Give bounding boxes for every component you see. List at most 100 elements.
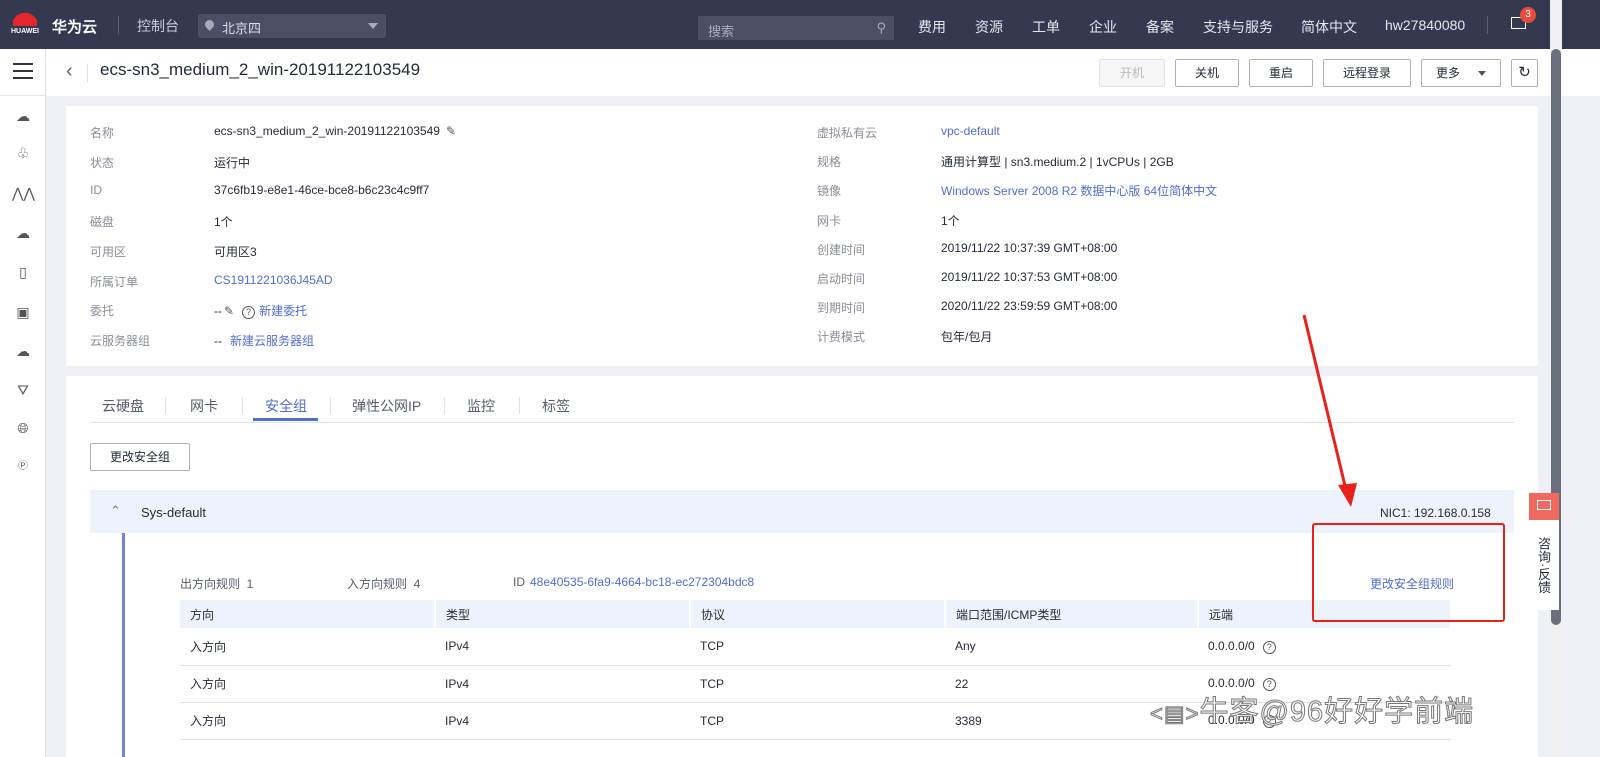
cloud-backup-icon[interactable]: ☁ xyxy=(12,340,34,362)
nav-enterprise[interactable]: 企业 xyxy=(1089,17,1117,37)
cell-text: 22 xyxy=(955,676,969,691)
divider xyxy=(118,16,119,34)
location-pin-icon xyxy=(203,18,216,31)
region-value: 北京四 xyxy=(222,21,262,36)
detail-label: 所属订单 xyxy=(90,274,139,289)
detail-value: 通用计算型 | sn3.medium.2 | 1vCPUs | 2GB xyxy=(941,155,1174,170)
stop-button[interactable]: 关机 xyxy=(1175,59,1239,87)
detail-value: 包年/包月 xyxy=(941,330,993,345)
watermark-text: 牛客@96好好学前端 xyxy=(1199,696,1475,729)
tab-disks[interactable]: 云硬盘 xyxy=(102,396,144,416)
tab-nics[interactable]: 网卡 xyxy=(190,396,218,416)
table-cell: 0.0.0.0/0? xyxy=(1198,628,1451,666)
table-cell: 入方向 xyxy=(180,665,435,703)
start-button[interactable]: 开机 xyxy=(1099,59,1165,87)
help-icon[interactable]: ? xyxy=(1262,640,1276,654)
more-dropdown[interactable]: 更多 xyxy=(1421,59,1501,87)
help-icon[interactable]: ? xyxy=(242,306,256,320)
table-cell: IPv4 xyxy=(435,628,690,666)
feedback-button[interactable]: 咨询·反馈 xyxy=(1529,520,1559,610)
table-cell: IPv4 xyxy=(435,665,690,703)
security-group-id-link[interactable]: 48e40535-6fa9-4664-bc18-ec272304bdc8 xyxy=(530,575,754,589)
nav-language[interactable]: 简体中文 xyxy=(1301,17,1357,37)
cell-text: IPv4 xyxy=(445,676,470,691)
nav-username[interactable]: hw27840080 xyxy=(1385,17,1465,33)
huawei-logo[interactable]: HUAWEI xyxy=(10,8,40,35)
nav-tickets[interactable]: 工单 xyxy=(1032,17,1060,37)
table-cell: 入方向 xyxy=(180,628,435,666)
annotation-box xyxy=(1312,523,1505,622)
cluster-icon[interactable]: ♧ xyxy=(12,142,34,164)
nav-filing[interactable]: 备案 xyxy=(1146,17,1174,37)
watermark: <▤>牛客@96好好学前端 xyxy=(1149,688,1475,730)
remote-login-button[interactable]: 远程登录 xyxy=(1323,59,1411,87)
tab-monitoring[interactable]: 监控 xyxy=(467,396,495,416)
edit-delegation-icon[interactable]: ✎ xyxy=(224,304,234,318)
cloud-server-icon[interactable]: ☁ xyxy=(12,105,34,127)
nav-support[interactable]: 支持与服务 xyxy=(1203,17,1273,37)
watermark-logo-icon: <▤> xyxy=(1149,701,1200,727)
image-icon[interactable]: ▣ xyxy=(12,301,34,323)
cell-text: 入方向 xyxy=(190,639,227,654)
divider xyxy=(1487,16,1488,34)
detail-link[interactable]: 新建委托 xyxy=(259,304,307,318)
detail-value-text[interactable]: CS1911221036J45AD xyxy=(214,273,333,287)
caret-down-icon xyxy=(1478,71,1486,80)
network-icon[interactable]: 🌐︎ xyxy=(12,417,34,439)
nav-fees[interactable]: 费用 xyxy=(918,17,946,37)
detail-value: 2019/11/22 10:37:53 GMT+08:00 xyxy=(941,270,1118,284)
annotation-arrow-icon xyxy=(1302,314,1357,507)
nic-address: NIC1: 192.168.0.158 xyxy=(1380,506,1491,520)
search-input[interactable]: 搜索 ⚲ xyxy=(698,16,894,40)
nav-resources[interactable]: 资源 xyxy=(975,17,1003,37)
detail-value-text: 37c6fb19-e8e1-46ce-bce8-b6c23c4c9ff7 xyxy=(214,183,430,198)
table-row: 入方向 IPv4 TCP Any 0.0.0.0/0? xyxy=(180,628,1451,666)
cell-text: IPv4 xyxy=(445,639,470,654)
table-cell: TCP xyxy=(690,702,945,740)
eip-icon[interactable]: Ⓟ xyxy=(12,456,34,478)
detail-link[interactable]: Windows Server 2008 R2 数据中心版 64位简体中文 xyxy=(941,182,1217,199)
detail-link[interactable]: vpc-default xyxy=(941,124,1000,138)
region-select[interactable]: 北京四 xyxy=(198,14,386,38)
collapse-chevron-icon[interactable]: ⌃ xyxy=(110,503,121,519)
detail-label: 镜像 xyxy=(817,184,842,199)
detail-label: 虚拟私有云 xyxy=(817,126,878,140)
refresh-button[interactable]: ↻ xyxy=(1511,59,1538,87)
detail-label: 网卡 xyxy=(817,213,842,228)
search-icon[interactable]: ⚲ xyxy=(876,20,886,36)
search-placeholder: 搜索 xyxy=(708,24,735,39)
hamburger-menu-icon[interactable] xyxy=(13,63,33,79)
cell-text: TCP xyxy=(700,639,724,654)
edit-name-icon[interactable]: ✎ xyxy=(446,124,456,138)
detail-label: 规格 xyxy=(817,155,842,170)
detail-label: 启动时间 xyxy=(817,272,866,286)
dedicated-host-icon[interactable]: ▯ xyxy=(12,261,34,283)
divider xyxy=(444,397,445,414)
page-title: ecs-sn3_medium_2_win-20191122103549 xyxy=(100,60,421,79)
change-security-group-button[interactable]: 更改安全组 xyxy=(90,443,190,471)
detail-value-text: 可用区3 xyxy=(214,244,257,259)
tab-security-groups[interactable]: 安全组 xyxy=(265,396,307,416)
back-chevron-icon[interactable]: ‹ xyxy=(66,60,73,83)
table-cell: 入方向 xyxy=(180,702,435,740)
group-accent-bar xyxy=(122,533,125,757)
cell-text: TCP xyxy=(700,676,724,691)
detail-label: 计费模式 xyxy=(817,330,866,345)
cell-text: 入方向 xyxy=(190,677,227,691)
tab-eip[interactable]: 弹性公网IP xyxy=(352,396,421,416)
console-link[interactable]: 控制台 xyxy=(137,16,179,36)
table-cell: Any xyxy=(945,628,1198,666)
restart-button[interactable]: 重启 xyxy=(1249,59,1313,87)
detail-value-text: ecs-sn3_medium_2_win-20191122103549 xyxy=(214,124,440,138)
auto-scaling-icon[interactable]: ⋀⋀ xyxy=(12,182,35,204)
vpc-icon[interactable]: ⛛ xyxy=(12,379,34,401)
detail-link[interactable]: 新建云服务器组 xyxy=(230,334,314,348)
tab-tags[interactable]: 标签 xyxy=(542,396,570,416)
bare-metal-icon[interactable]: ☁ xyxy=(12,222,34,244)
brand-name[interactable]: 华为云 xyxy=(52,16,97,37)
detail-value-text: -- xyxy=(214,333,222,348)
table-cell: TCP xyxy=(690,628,945,666)
detail-value: 2020/11/22 23:59:59 GMT+08:00 xyxy=(941,299,1118,314)
feedback-chat-icon[interactable] xyxy=(1529,493,1559,520)
detail-value: 1个 xyxy=(941,213,960,228)
